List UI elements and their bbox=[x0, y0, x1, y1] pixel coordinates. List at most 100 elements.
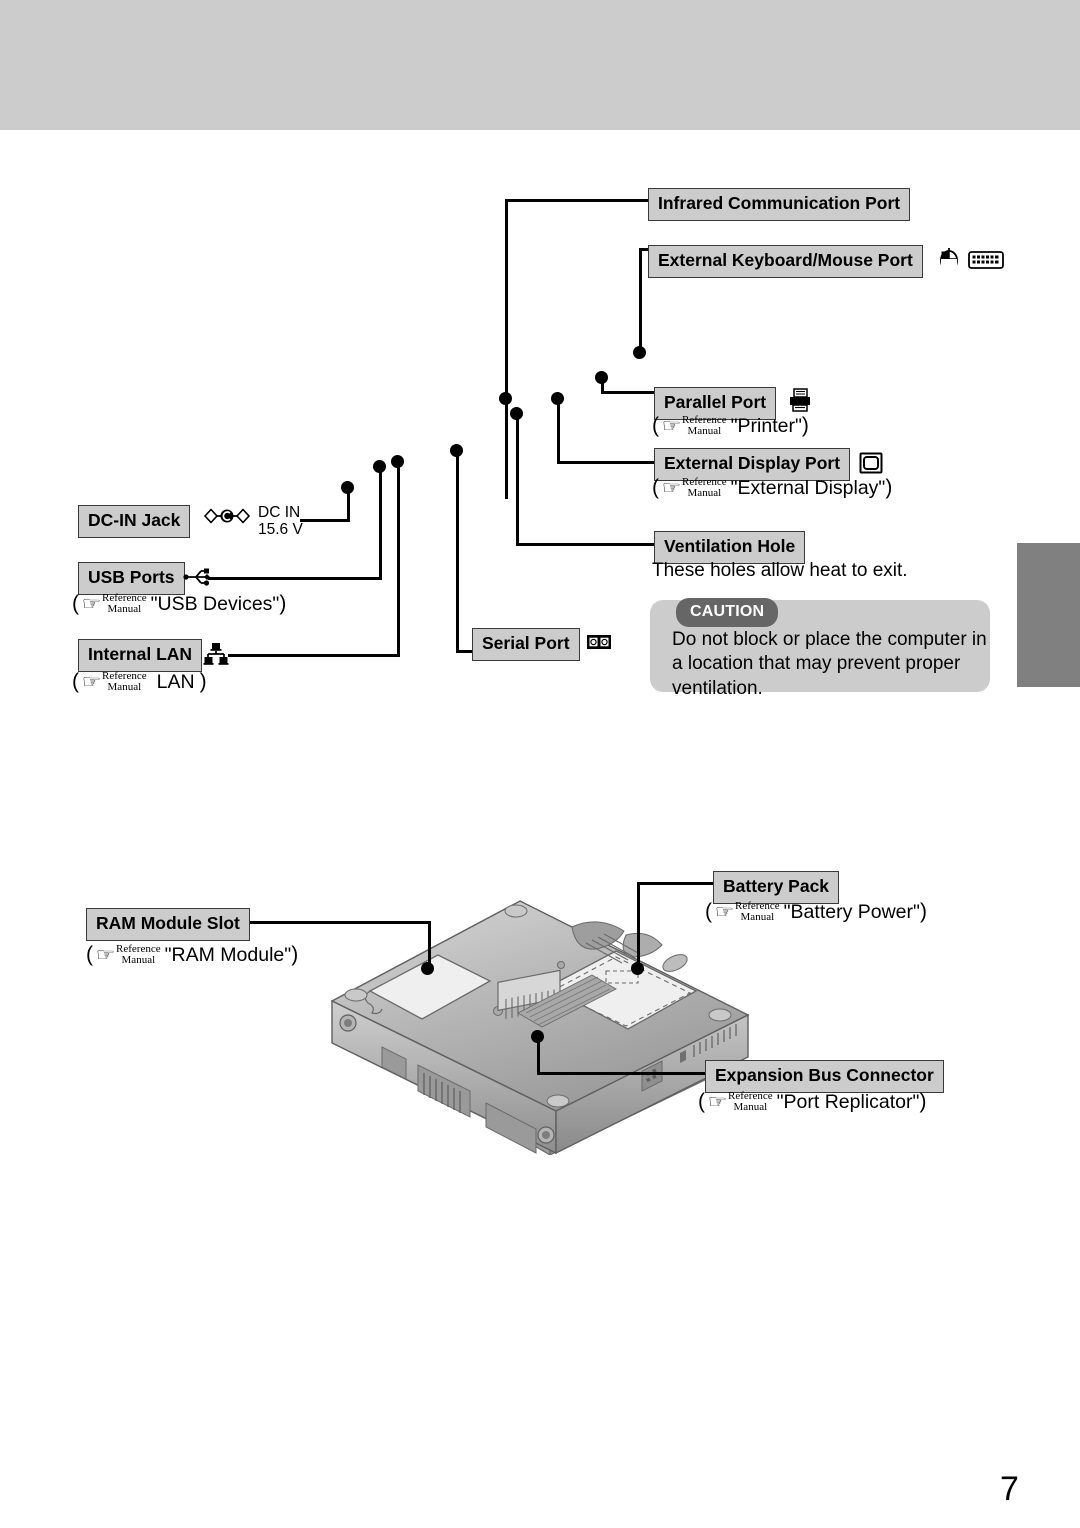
reference-manual-stack: Reference Manual bbox=[102, 592, 147, 615]
note-lan-target: LAN bbox=[156, 670, 195, 693]
dc-in-rating-line2: 15.6 V bbox=[258, 521, 303, 539]
paren-open: ( bbox=[705, 900, 712, 923]
pointing-hand-icon: ☞ bbox=[81, 671, 102, 693]
reference-manual-stack: Reference Manual bbox=[735, 900, 780, 923]
leader-line-expansion-v bbox=[537, 1040, 540, 1074]
paren-open: ( bbox=[652, 414, 659, 437]
manual-page: 7 Infrared Communication Port External K… bbox=[0, 0, 1080, 1528]
leader-line-expansion-h bbox=[537, 1072, 705, 1075]
note-parallel-target: "Printer" bbox=[730, 414, 802, 437]
reference-manual-stack: Reference Manual bbox=[116, 943, 161, 966]
caution-badge: CAUTION bbox=[676, 598, 779, 627]
paren-open: ( bbox=[86, 943, 93, 966]
dc-in-rating-line1: DC IN bbox=[258, 504, 301, 521]
note-lan-reference: ( ☞ Reference Manual LAN ) bbox=[72, 670, 207, 694]
note-battery-reference: ( ☞ Reference Manual "Battery Power" ) bbox=[705, 900, 927, 924]
dc-polarity-icon bbox=[203, 507, 251, 525]
keyboard-icon bbox=[968, 250, 1004, 270]
label-internal-lan[interactable]: Internal LAN bbox=[78, 639, 203, 672]
paren-close: ) bbox=[279, 592, 287, 615]
leader-line-dcin-h bbox=[300, 519, 350, 522]
leader-line-ventilation-h bbox=[516, 543, 658, 546]
pointing-hand-icon: ☞ bbox=[95, 944, 116, 966]
label-infrared-communication-port[interactable]: Infrared Communication Port bbox=[648, 188, 911, 221]
leader-line-keyboard-v bbox=[639, 248, 642, 358]
reference-manual-stack: Reference Manual bbox=[728, 1090, 773, 1113]
paren-close: ) bbox=[885, 476, 893, 499]
leader-line-dcin-v bbox=[347, 492, 350, 521]
reference-manual-stack: Reference Manual bbox=[682, 414, 727, 437]
label-battery-pack[interactable]: Battery Pack bbox=[713, 871, 840, 904]
laptop-underside-illustration bbox=[320, 895, 770, 1160]
paren-close: ) bbox=[801, 414, 809, 437]
edge-index-tab bbox=[1017, 543, 1080, 687]
note-parallel-reference: ( ☞ Reference Manual "Printer" ) bbox=[652, 414, 809, 438]
serial-connector-icon bbox=[586, 634, 612, 650]
pointing-hand-icon: ☞ bbox=[707, 1091, 728, 1113]
paren-close: ) bbox=[919, 1090, 927, 1113]
usb-icon bbox=[183, 566, 213, 588]
leader-line-infrared-h bbox=[505, 199, 650, 202]
reference-line-2: Manual bbox=[687, 487, 722, 499]
label-expansion-bus-connector[interactable]: Expansion Bus Connector bbox=[705, 1060, 944, 1093]
leader-line-serial-v bbox=[456, 455, 459, 652]
paren-close: ) bbox=[919, 900, 927, 923]
note-expansion-reference: ( ☞ Reference Manual "Port Replicator" ) bbox=[698, 1090, 926, 1114]
leader-line-ventilation-v bbox=[516, 418, 519, 545]
lan-network-icon bbox=[203, 642, 229, 668]
leader-dot-battery bbox=[631, 962, 644, 975]
label-ventilation-hole[interactable]: Ventilation Hole bbox=[654, 531, 806, 564]
leader-dot-display bbox=[551, 392, 564, 405]
page-number: 7 bbox=[1000, 1470, 1019, 1508]
paren-open: ( bbox=[698, 1090, 705, 1113]
reference-manual-stack: Reference Manual bbox=[682, 476, 727, 499]
label-external-keyboard-mouse-port[interactable]: External Keyboard/Mouse Port bbox=[648, 245, 923, 278]
leader-line-battery-v bbox=[637, 882, 640, 968]
leader-line-parallel-h bbox=[601, 391, 659, 394]
leader-dot-keyboard bbox=[633, 346, 646, 359]
ventilation-description: These holes allow heat to exit. bbox=[652, 560, 908, 581]
note-ram-reference: ( ☞ Reference Manual "RAM Module" ) bbox=[86, 943, 298, 967]
note-display-target: "External Display" bbox=[730, 476, 886, 499]
leader-dot-serial bbox=[450, 444, 463, 457]
leader-line-ram-h bbox=[250, 921, 430, 924]
mouse-icon bbox=[938, 246, 960, 274]
leader-dot-dcin bbox=[341, 481, 354, 494]
note-expansion-target: "Port Replicator" bbox=[776, 1090, 920, 1113]
reference-line-2: Manual bbox=[740, 911, 775, 923]
display-icon bbox=[859, 452, 883, 474]
label-ram-module-slot[interactable]: RAM Module Slot bbox=[86, 908, 250, 941]
leader-line-lan-v bbox=[397, 466, 400, 656]
leader-dot-ram bbox=[421, 962, 434, 975]
reference-line-2: Manual bbox=[107, 681, 142, 693]
leader-dot-lan bbox=[391, 455, 404, 468]
reference-line-2: Manual bbox=[733, 1101, 768, 1113]
pointing-hand-icon: ☞ bbox=[661, 415, 682, 437]
leader-line-lan-h bbox=[228, 654, 400, 657]
label-serial-port[interactable]: Serial Port bbox=[472, 628, 580, 661]
label-usb-ports[interactable]: USB Ports bbox=[78, 562, 185, 595]
leader-line-display-v bbox=[557, 403, 560, 463]
paren-open: ( bbox=[652, 476, 659, 499]
paren-close: ) bbox=[199, 670, 207, 693]
note-usb-target: "USB Devices" bbox=[150, 592, 280, 615]
note-usb-reference: ( ☞ Reference Manual "USB Devices" ) bbox=[72, 592, 286, 616]
leader-dot-expansion bbox=[531, 1030, 544, 1043]
pointing-hand-icon: ☞ bbox=[661, 477, 682, 499]
caution-message: Do not block or place the computer in a … bbox=[672, 629, 987, 699]
dc-in-rating: DC IN 15.6 V bbox=[258, 504, 303, 539]
printer-icon bbox=[789, 388, 811, 412]
reference-line-2: Manual bbox=[121, 954, 156, 966]
leader-line-display-h bbox=[557, 461, 657, 464]
note-battery-target: "Battery Power" bbox=[783, 900, 920, 923]
pointing-hand-icon: ☞ bbox=[81, 593, 102, 615]
leader-line-infrared-v bbox=[505, 199, 508, 499]
pointing-hand-icon: ☞ bbox=[714, 901, 735, 923]
reference-manual-stack: Reference Manual bbox=[102, 670, 147, 693]
note-display-reference: ( ☞ Reference Manual "External Display" … bbox=[652, 476, 892, 500]
page-header-band bbox=[0, 0, 1080, 130]
leader-line-battery-h bbox=[637, 882, 715, 885]
label-dc-in-jack[interactable]: DC-IN Jack bbox=[78, 505, 191, 538]
leader-dot-infrared bbox=[499, 392, 512, 405]
leader-line-usb-v bbox=[379, 471, 382, 579]
